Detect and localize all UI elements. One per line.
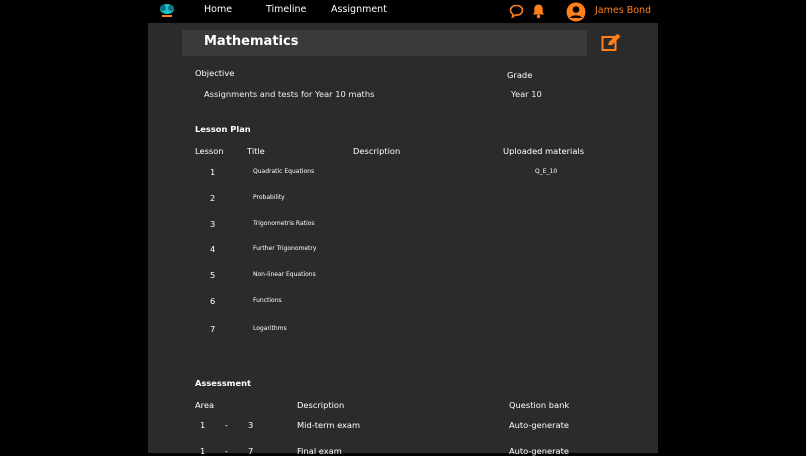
assessment-description: Final exam <box>297 446 342 456</box>
assessment-description: Mid-term exam <box>297 420 361 430</box>
user-name-link[interactable]: James Bond <box>595 5 651 16</box>
lesson-number: 5 <box>210 270 216 280</box>
assessment-heading: Assessment <box>195 378 251 388</box>
lesson-title: Functions <box>253 297 282 304</box>
objective-label: Objective <box>195 68 235 78</box>
school-logo-icon[interactable] <box>157 2 177 20</box>
page-title: Mathematics <box>204 34 299 49</box>
user-avatar-icon[interactable] <box>566 2 586 22</box>
lesson-title: Logarithms <box>253 325 287 332</box>
lesson-title: Probability <box>253 194 285 201</box>
uploaded-material-link[interactable]: Q_E_10 <box>535 168 557 175</box>
col-materials-header: Uploaded materials <box>503 146 585 156</box>
lesson-title: Trigonometris Ratios <box>253 220 315 227</box>
edit-icon[interactable] <box>601 33 622 52</box>
col-lesson-header: Lesson <box>195 146 224 156</box>
bell-icon[interactable] <box>531 3 546 19</box>
area-to: 3 <box>248 420 254 430</box>
question-bank-option[interactable]: Auto-generate <box>509 420 569 430</box>
lesson-plan-heading: Lesson Plan <box>195 124 251 134</box>
objective-value: Assignments and tests for Year 10 maths <box>204 89 375 99</box>
grade-label: Grade <box>507 70 533 80</box>
lesson-title: Non-linear Equations <box>253 271 316 278</box>
grade-value: Year 10 <box>511 89 542 99</box>
col-description-header: Description <box>353 146 401 156</box>
lesson-number: 3 <box>210 219 216 229</box>
lesson-number: 7 <box>210 324 216 334</box>
lesson-number: 4 <box>210 244 216 254</box>
col-question-bank-header: Question bank <box>509 400 570 410</box>
lesson-title: Quadratic Equations <box>253 168 315 175</box>
area-to: 7 <box>248 446 254 456</box>
question-bank-option[interactable]: Auto-generate <box>509 446 569 456</box>
col-title-header: Title <box>247 146 265 156</box>
area-separator: - <box>225 446 228 456</box>
nav-assignment-link[interactable]: Assignment <box>331 4 387 15</box>
chat-icon[interactable] <box>509 4 524 19</box>
col-area-header: Area <box>195 400 215 410</box>
nav-home-link[interactable]: Home <box>204 4 232 15</box>
area-separator: - <box>225 420 228 430</box>
col-assessment-description-header: Description <box>297 400 345 410</box>
area-from: 1 <box>200 420 206 430</box>
lesson-number: 1 <box>210 167 216 177</box>
lesson-number: 2 <box>210 193 216 203</box>
main-content-panel <box>148 23 658 453</box>
area-from: 1 <box>200 446 206 456</box>
nav-timeline-link[interactable]: Timeline <box>266 4 306 15</box>
lesson-title: Further Trigonometry <box>253 245 317 252</box>
lesson-number: 6 <box>210 296 216 306</box>
